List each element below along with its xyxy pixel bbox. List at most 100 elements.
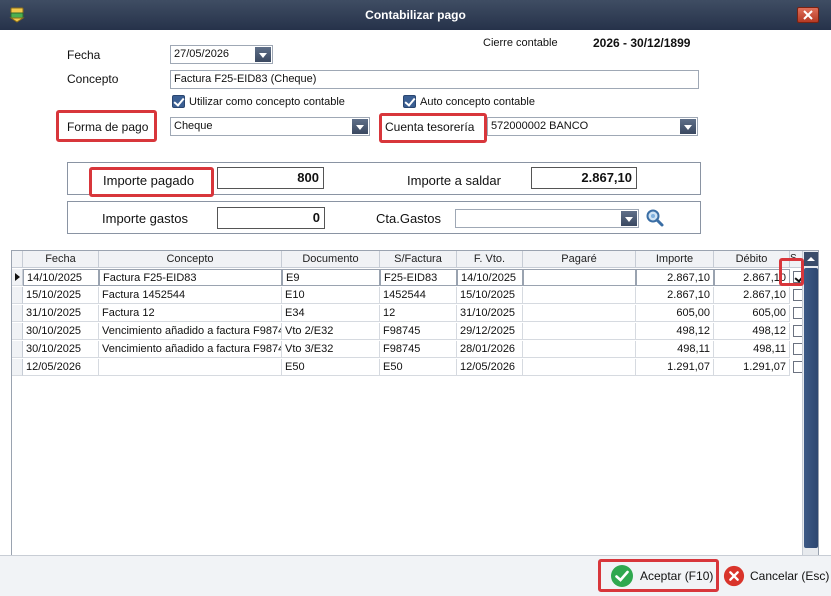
- cell-sfactura[interactable]: E50: [380, 359, 457, 376]
- close-button[interactable]: [797, 7, 819, 23]
- cell-fvto[interactable]: 15/10/2025: [457, 287, 523, 304]
- cta-gastos-label: Cta.Gastos: [376, 211, 442, 226]
- cell-pagare[interactable]: [523, 305, 636, 322]
- col-header-importe[interactable]: Importe: [636, 251, 714, 268]
- fecha-dropdown-button[interactable]: [255, 47, 271, 62]
- importe-gastos-input[interactable]: 0: [217, 207, 325, 229]
- importe-pagado-input[interactable]: 800: [217, 167, 324, 189]
- table-row[interactable]: 30/10/2025 Vencimiento añadido a factura …: [12, 341, 805, 359]
- cell-pagare[interactable]: [523, 359, 636, 376]
- cell-sfactura[interactable]: F98745: [380, 323, 457, 340]
- cierre-label: Cierre contable: [483, 37, 558, 49]
- cell-importe[interactable]: 498,11: [636, 341, 714, 358]
- forma-pago-label: Forma de pago: [67, 120, 149, 134]
- cell-fecha[interactable]: 14/10/2025: [23, 269, 99, 286]
- cell-pagare[interactable]: [523, 269, 636, 286]
- importe-pagado-label: Importe pagado: [103, 173, 195, 188]
- cell-documento[interactable]: Vto 3/E32: [282, 341, 380, 358]
- cell-pagare[interactable]: [523, 323, 636, 340]
- cell-sfactura[interactable]: F25-EID83: [380, 269, 457, 286]
- aceptar-button[interactable]: Aceptar (F10): [608, 561, 714, 591]
- concepto-input[interactable]: Factura F25-EID83 (Cheque): [170, 70, 699, 89]
- aceptar-label: Aceptar (F10): [640, 569, 714, 583]
- cell-debito[interactable]: 605,00: [714, 305, 790, 322]
- cell-concepto[interactable]: Vencimiento añadido a factura F9874: [99, 341, 282, 358]
- fecha-field[interactable]: 27/05/2026: [170, 45, 273, 64]
- cell-fecha[interactable]: 30/10/2025: [23, 323, 99, 340]
- cell-importe[interactable]: 2.867,10: [636, 269, 714, 286]
- cell-sfactura[interactable]: 12: [380, 305, 457, 322]
- cell-importe[interactable]: 605,00: [636, 305, 714, 322]
- cell-documento[interactable]: E10: [282, 287, 380, 304]
- cell-documento[interactable]: E50: [282, 359, 380, 376]
- search-icon[interactable]: [645, 208, 665, 228]
- scroll-up-button[interactable]: [804, 252, 818, 266]
- cell-pagare[interactable]: [523, 341, 636, 358]
- cuenta-select[interactable]: 572000002 BANCO: [487, 117, 698, 136]
- cuenta-label: Cuenta tesorería: [385, 120, 475, 134]
- col-header-fvto[interactable]: F. Vto.: [457, 251, 523, 268]
- col-header-documento[interactable]: Documento: [282, 251, 380, 268]
- cell-documento[interactable]: E9: [282, 269, 380, 286]
- forma-pago-dropdown-button[interactable]: [352, 119, 368, 134]
- fecha-value: 27/05/2026: [174, 48, 230, 60]
- cell-debito[interactable]: 498,12: [714, 323, 790, 340]
- col-header-pagare[interactable]: Pagaré: [523, 251, 636, 268]
- row-indicator: [12, 287, 23, 304]
- cell-fecha[interactable]: 30/10/2025: [23, 341, 99, 358]
- cell-concepto[interactable]: Factura F25-EID83: [99, 269, 282, 286]
- table-row[interactable]: 12/05/2026 E50 E50 12/05/2026 1.291,07 1.291,…: [12, 359, 805, 377]
- auto-concepto-checkbox[interactable]: [403, 95, 416, 108]
- vencimientos-table: Fecha Concepto Documento S/Factura F. Vt…: [11, 250, 819, 582]
- check-icon: [611, 565, 633, 587]
- col-header-concepto[interactable]: Concepto: [99, 251, 282, 268]
- cell-fvto[interactable]: 28/01/2026: [457, 341, 523, 358]
- table-row[interactable]: 30/10/2025 Vencimiento añadido a factura …: [12, 323, 805, 341]
- current-row-arrow-icon: [15, 273, 20, 281]
- cell-documento[interactable]: Vto 2/E32: [282, 323, 380, 340]
- cell-fecha[interactable]: 15/10/2025: [23, 287, 99, 304]
- row-indicator: [12, 269, 23, 286]
- cancel-icon: [723, 565, 745, 587]
- select-checkbox-highlight: [779, 258, 804, 286]
- cell-concepto[interactable]: Factura 12: [99, 305, 282, 322]
- cell-fvto[interactable]: 29/12/2025: [457, 323, 523, 340]
- table-row[interactable]: 15/10/2025 Factura 1452544 E10 1452544 15/10…: [12, 287, 805, 305]
- dialog-footer: Aceptar (F10) Cancelar (Esc): [0, 555, 831, 596]
- cell-concepto[interactable]: [99, 359, 282, 376]
- cell-fecha[interactable]: 12/05/2026: [23, 359, 99, 376]
- cell-importe[interactable]: 498,12: [636, 323, 714, 340]
- cell-debito[interactable]: 1.291,07: [714, 359, 790, 376]
- col-header-fecha[interactable]: Fecha: [23, 251, 99, 268]
- cell-pagare[interactable]: [523, 287, 636, 304]
- cell-importe[interactable]: 1.291,07: [636, 359, 714, 376]
- usar-concepto-label: Utilizar como concepto contable: [189, 96, 345, 108]
- cuenta-dropdown-button[interactable]: [680, 119, 696, 134]
- table-row[interactable]: 14/10/2025 Factura F25-EID83 E9 F25-EID83 14…: [12, 269, 805, 287]
- scrollbar-thumb[interactable]: [804, 268, 818, 548]
- cell-concepto[interactable]: Factura 1452544: [99, 287, 282, 304]
- cell-fvto[interactable]: 31/10/2025: [457, 305, 523, 322]
- cell-importe[interactable]: 2.867,10: [636, 287, 714, 304]
- row-indicator: [12, 305, 23, 322]
- usar-concepto-checkbox[interactable]: [172, 95, 185, 108]
- dialog-body: Fecha 27/05/2026 Cierre contable 2026 - …: [0, 30, 831, 596]
- cell-sfactura[interactable]: F98745: [380, 341, 457, 358]
- forma-pago-select[interactable]: Cheque: [170, 117, 370, 136]
- cell-documento[interactable]: E34: [282, 305, 380, 322]
- cierre-value: 2026 - 30/12/1899: [593, 36, 691, 50]
- cell-debito[interactable]: 498,11: [714, 341, 790, 358]
- col-header-sfactura[interactable]: S/Factura: [380, 251, 457, 268]
- cta-gastos-dropdown-button[interactable]: [621, 211, 637, 226]
- cancelar-button[interactable]: Cancelar (Esc): [722, 561, 829, 591]
- window-title: Contabilizar pago: [365, 8, 466, 22]
- vertical-scrollbar[interactable]: [802, 251, 818, 581]
- cell-sfactura[interactable]: 1452544: [380, 287, 457, 304]
- cta-gastos-select[interactable]: [455, 209, 639, 228]
- cell-fecha[interactable]: 31/10/2025: [23, 305, 99, 322]
- cell-debito[interactable]: 2.867,10: [714, 287, 790, 304]
- table-row[interactable]: 31/10/2025 Factura 12 E34 12 31/10/2025 605,0…: [12, 305, 805, 323]
- cell-concepto[interactable]: Vencimiento añadido a factura F9874: [99, 323, 282, 340]
- cell-fvto[interactable]: 14/10/2025: [457, 269, 523, 286]
- cell-fvto[interactable]: 12/05/2026: [457, 359, 523, 376]
